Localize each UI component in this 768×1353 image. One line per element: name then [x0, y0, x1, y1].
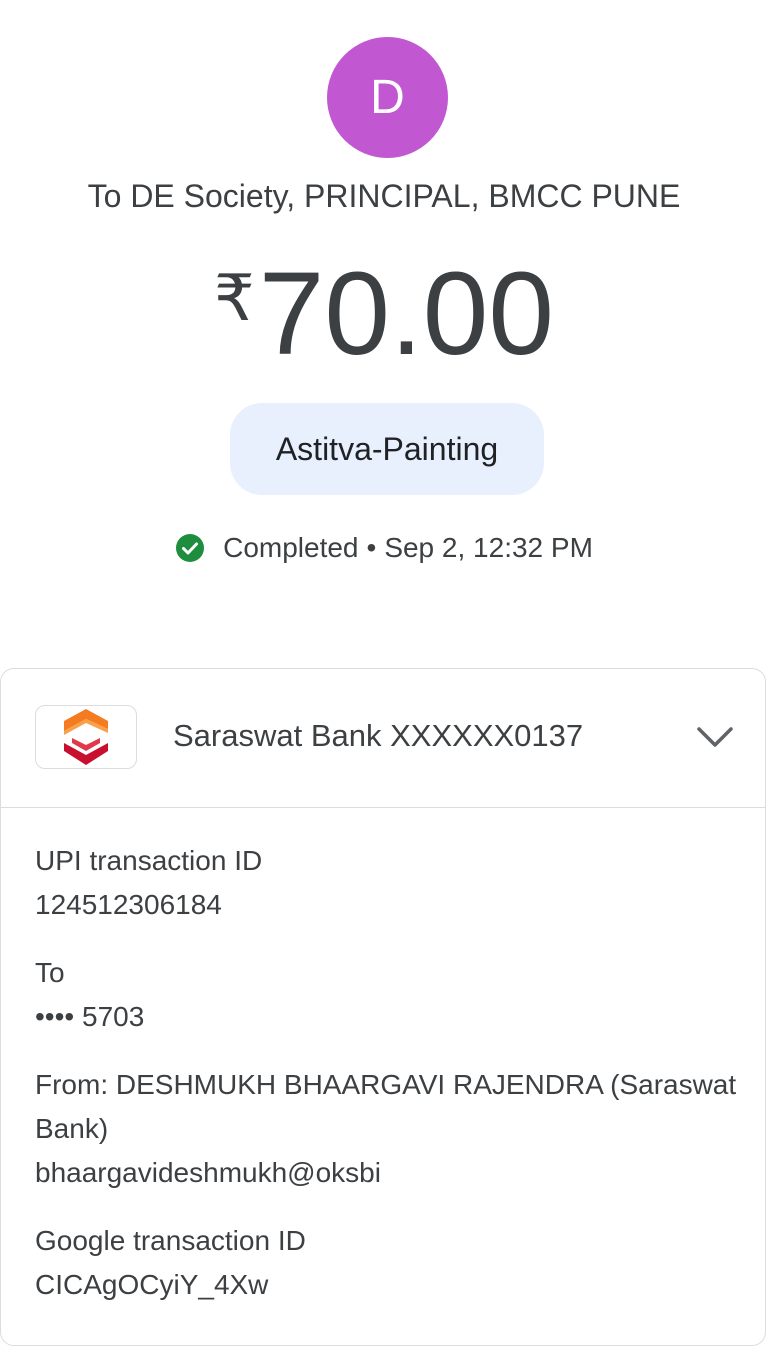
payment-amount: ₹70.00 — [0, 250, 768, 378]
payment-note: Astitva-Painting — [230, 403, 544, 495]
status-separator: • — [366, 532, 377, 563]
to-field: To •••• 5703 — [35, 951, 745, 1039]
upi-transaction-id[interactable]: 124512306184 — [35, 883, 745, 927]
status-label: Completed — [223, 532, 359, 563]
currency-symbol: ₹ — [213, 262, 255, 334]
check-circle-icon — [175, 533, 205, 563]
bank-account-name: Saraswat Bank XXXXXX0137 — [173, 718, 584, 753]
recipient-name: To DE Society, PRINCIPAL, BMCC PUNE — [87, 178, 681, 214]
chevron-down-icon[interactable] — [695, 719, 735, 755]
google-transaction-id[interactable]: CICAgOCyiY_4Xw — [35, 1263, 745, 1307]
bank-logo — [35, 705, 137, 769]
upi-transaction-field: UPI transaction ID 124512306184 — [35, 839, 745, 927]
to-account: •••• 5703 — [35, 1001, 145, 1032]
google-transaction-field: Google transaction ID CICAgOCyiY_4Xw — [35, 1219, 745, 1307]
status-timestamp: Sep 2, 12:32 PM — [384, 532, 593, 563]
avatar: D — [327, 37, 448, 158]
from-label: From: DESHMUKH BHAARGAVI RAJENDRA (Saras… — [35, 1069, 737, 1144]
transaction-details: UPI transaction ID 124512306184 To •••• … — [35, 839, 745, 1331]
from-field: From: DESHMUKH BHAARGAVI RAJENDRA (Saras… — [35, 1063, 745, 1195]
bank-account-row[interactable]: Saraswat Bank XXXXXX0137 — [1, 669, 765, 808]
upi-transaction-label: UPI transaction ID — [35, 845, 263, 876]
status-row: Completed • Sep 2, 12:32 PM — [0, 528, 768, 568]
google-transaction-label: Google transaction ID — [35, 1225, 306, 1256]
transaction-details-card: Saraswat Bank XXXXXX0137 UPI transaction… — [0, 668, 766, 1346]
amount-value: 70.00 — [258, 248, 554, 380]
from-upi-id: bhaargavideshmukh@oksbi — [35, 1157, 381, 1188]
to-label: To — [35, 957, 65, 988]
payment-note-text: Astitva-Painting — [275, 430, 499, 467]
